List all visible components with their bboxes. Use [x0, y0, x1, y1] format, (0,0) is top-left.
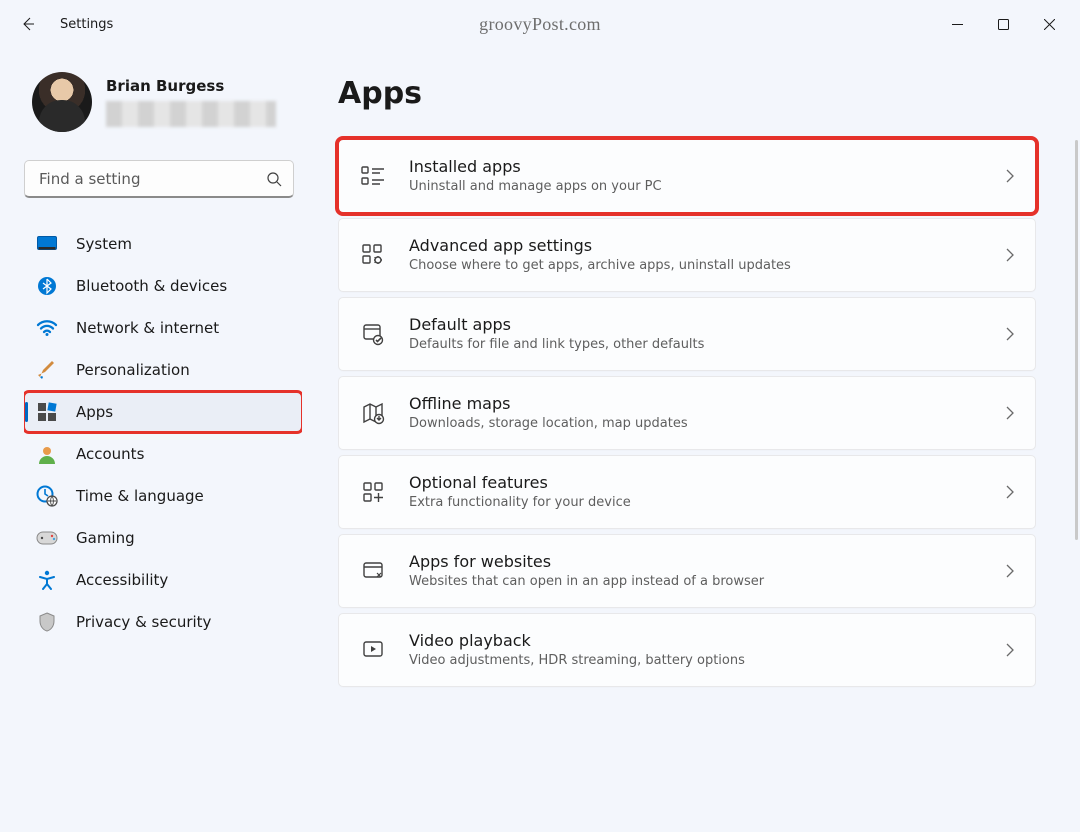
card-optional-features[interactable]: Optional features Extra functionality fo…: [338, 455, 1036, 529]
page-title: Apps: [338, 76, 1036, 111]
sidebar-item-network[interactable]: Network & internet: [24, 308, 302, 348]
sidebar-item-label: Privacy & security: [76, 613, 211, 631]
window-title: Settings: [60, 17, 113, 32]
card-title: Optional features: [409, 473, 631, 493]
advanced-settings-icon: [359, 241, 387, 269]
chevron-right-icon: [1005, 248, 1015, 262]
gamepad-icon: [36, 527, 58, 549]
card-video-playback[interactable]: Video playback Video adjustments, HDR st…: [338, 613, 1036, 687]
close-icon: [1044, 19, 1055, 30]
sidebar-item-label: Personalization: [76, 361, 190, 379]
shield-icon: [36, 611, 58, 633]
bluetooth-icon: [36, 275, 58, 297]
close-button[interactable]: [1026, 8, 1072, 40]
sidebar-item-time-language[interactable]: Time & language: [24, 476, 302, 516]
paintbrush-icon: [36, 359, 58, 381]
search-icon: [266, 171, 282, 187]
sidebar-item-label: Accessibility: [76, 571, 168, 589]
minimize-button[interactable]: [934, 8, 980, 40]
search-input[interactable]: [24, 160, 294, 198]
card-offline-maps[interactable]: Offline maps Downloads, storage location…: [338, 376, 1036, 450]
user-block[interactable]: Brian Burgess: [24, 72, 302, 132]
card-subtitle: Choose where to get apps, archive apps, …: [409, 257, 791, 275]
sidebar-item-personalization[interactable]: Personalization: [24, 350, 302, 390]
sidebar-item-system[interactable]: System: [24, 224, 302, 264]
sidebar-item-gaming[interactable]: Gaming: [24, 518, 302, 558]
user-email-redacted: [106, 101, 276, 127]
scrollbar[interactable]: [1075, 140, 1078, 540]
watermark-text: groovyPost.com: [479, 14, 601, 35]
sidebar-item-privacy[interactable]: Privacy & security: [24, 602, 302, 642]
chevron-right-icon: [1005, 485, 1015, 499]
card-title: Advanced app settings: [409, 236, 791, 256]
card-subtitle: Downloads, storage location, map updates: [409, 415, 688, 433]
avatar: [32, 72, 92, 132]
card-title: Apps for websites: [409, 552, 764, 572]
person-icon: [36, 443, 58, 465]
sidebar-item-label: Time & language: [76, 487, 204, 505]
sidebar-item-label: Network & internet: [76, 319, 219, 337]
sidebar-item-label: Gaming: [76, 529, 135, 547]
sidebar-item-accessibility[interactable]: Accessibility: [24, 560, 302, 600]
sidebar-item-bluetooth[interactable]: Bluetooth & devices: [24, 266, 302, 306]
default-apps-icon: [359, 320, 387, 348]
chevron-right-icon: [1005, 406, 1015, 420]
system-icon: [36, 233, 58, 255]
card-title: Default apps: [409, 315, 704, 335]
sidebar-item-label: Accounts: [76, 445, 144, 463]
user-name: Brian Burgess: [106, 77, 276, 95]
card-title: Installed apps: [409, 157, 662, 177]
apps-icon: [36, 401, 58, 423]
card-installed-apps[interactable]: Installed apps Uninstall and manage apps…: [338, 139, 1036, 213]
sidebar-item-label: System: [76, 235, 132, 253]
sidebar-item-apps[interactable]: Apps: [24, 392, 302, 432]
chevron-right-icon: [1005, 564, 1015, 578]
chevron-right-icon: [1005, 169, 1015, 183]
card-subtitle: Uninstall and manage apps on your PC: [409, 178, 662, 196]
chevron-right-icon: [1005, 643, 1015, 657]
card-subtitle: Video adjustments, HDR streaming, batter…: [409, 652, 745, 670]
wifi-icon: [36, 317, 58, 339]
apps-websites-icon: [359, 557, 387, 585]
minimize-icon: [952, 19, 963, 30]
back-button[interactable]: [8, 4, 48, 44]
card-advanced-app-settings[interactable]: Advanced app settings Choose where to ge…: [338, 218, 1036, 292]
card-subtitle: Extra functionality for your device: [409, 494, 631, 512]
clock-globe-icon: [36, 485, 58, 507]
maximize-icon: [998, 19, 1009, 30]
sidebar-item-label: Apps: [76, 403, 113, 421]
card-subtitle: Defaults for file and link types, other …: [409, 336, 704, 354]
accessibility-icon: [36, 569, 58, 591]
video-icon: [359, 636, 387, 664]
installed-apps-icon: [359, 162, 387, 190]
card-title: Offline maps: [409, 394, 688, 414]
map-icon: [359, 399, 387, 427]
sidebar-item-accounts[interactable]: Accounts: [24, 434, 302, 474]
maximize-button[interactable]: [980, 8, 1026, 40]
sidebar-item-label: Bluetooth & devices: [76, 277, 227, 295]
card-subtitle: Websites that can open in an app instead…: [409, 573, 764, 591]
card-title: Video playback: [409, 631, 745, 651]
card-default-apps[interactable]: Default apps Defaults for file and link …: [338, 297, 1036, 371]
chevron-right-icon: [1005, 327, 1015, 341]
card-apps-for-websites[interactable]: Apps for websites Websites that can open…: [338, 534, 1036, 608]
optional-features-icon: [359, 478, 387, 506]
back-arrow-icon: [20, 16, 36, 32]
